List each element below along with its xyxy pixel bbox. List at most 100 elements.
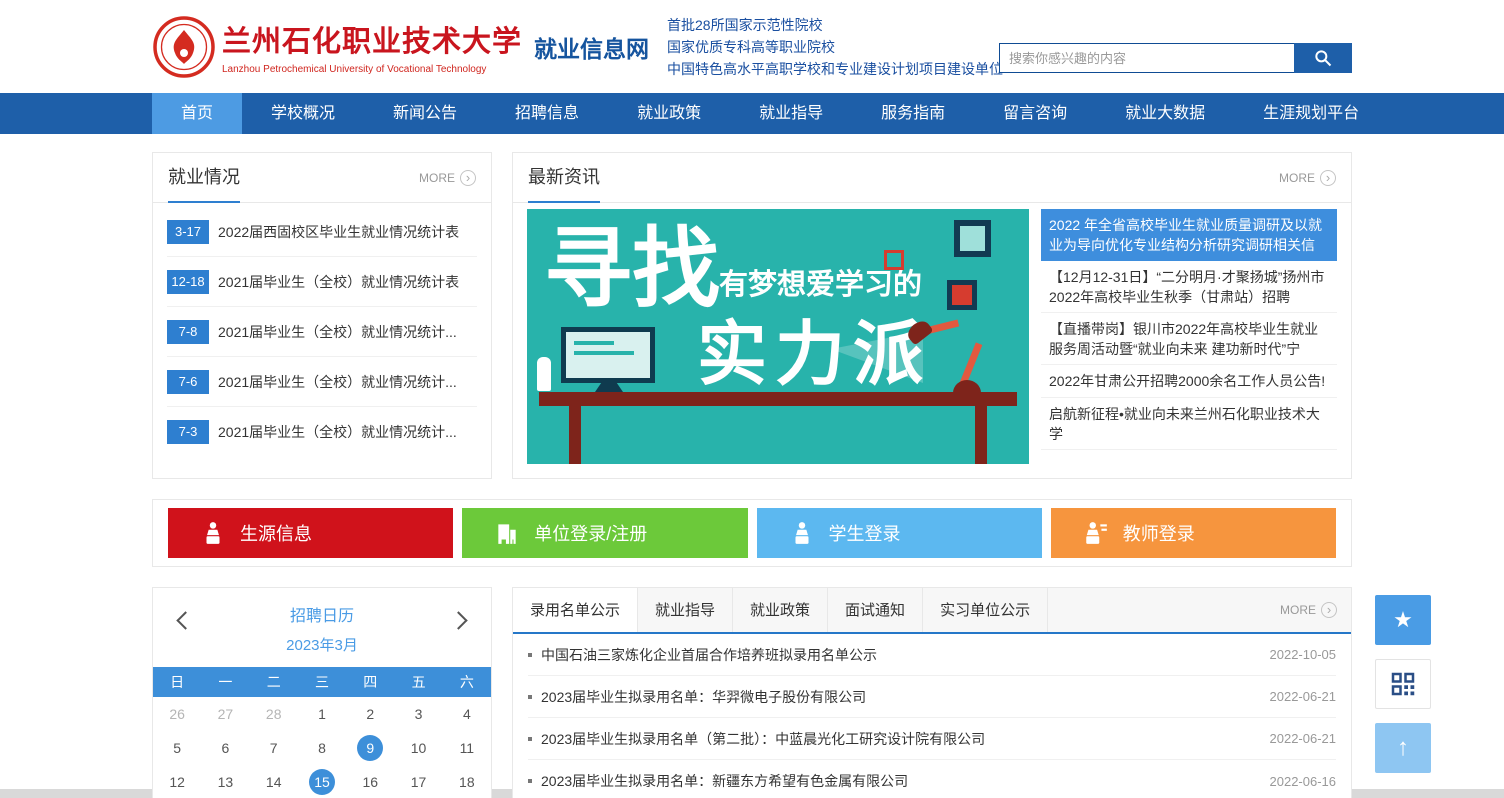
calendar-day-highlighted[interactable]: 9 bbox=[346, 731, 394, 765]
calendar-day-number: 7 bbox=[261, 735, 287, 761]
floating-toolbar: ★ ↑ bbox=[1375, 595, 1431, 773]
calendar-grid: 26 27 28 1 2 3 4 5 6 7 8 9 10 11 12 13 1… bbox=[153, 697, 491, 798]
announcement-item[interactable]: 2023届毕业生拟录用名单（第二批）：中蓝晨光化工研究设计院有限公司 2022-… bbox=[528, 718, 1336, 760]
employment-list-item[interactable]: 7-8 2021届毕业生（全校）就业情况统计... bbox=[167, 307, 477, 357]
main-nav: 首页 学校概况 新闻公告 招聘信息 就业政策 就业指导 服务指南 留言咨询 就业… bbox=[0, 93, 1504, 134]
date-badge: 3-17 bbox=[167, 220, 209, 244]
nav-item-school-overview[interactable]: 学校概况 bbox=[242, 93, 364, 134]
calendar-day-number: 16 bbox=[357, 769, 383, 795]
calendar-day[interactable]: 17 bbox=[394, 765, 442, 798]
employment-list-item[interactable]: 7-3 2021届毕业生（全校）就业情况统计... bbox=[167, 407, 477, 457]
up-arrow-icon: ↑ bbox=[1397, 734, 1409, 762]
news-banner[interactable]: 寻找 有梦想爱学习的 实力派 bbox=[527, 209, 1029, 464]
calendar-day[interactable]: 26 bbox=[153, 697, 201, 731]
calendar-day[interactable]: 6 bbox=[201, 731, 249, 765]
nav-item-career-planning[interactable]: 生涯规划平台 bbox=[1234, 93, 1388, 134]
banner-text-power: 实力派 bbox=[697, 321, 931, 391]
employment-list-item[interactable]: 3-17 2022届西固校区毕业生就业情况统计表 bbox=[167, 207, 477, 257]
news-item[interactable]: 启航新征程•就业向未来兰州石化职业技术大学 bbox=[1041, 398, 1337, 450]
calendar-day-number: 3 bbox=[406, 701, 432, 727]
employment-list-item[interactable]: 12-18 2021届毕业生（全校）就业情况统计表 bbox=[167, 257, 477, 307]
search-button[interactable] bbox=[1294, 43, 1352, 73]
news-panel-title: 最新资讯 bbox=[528, 153, 600, 203]
student-icon bbox=[789, 520, 815, 546]
qr-code-icon bbox=[1388, 669, 1418, 699]
announcement-title: 中国石油三家炼化企业首届合作培养班拟录用名单公示 bbox=[541, 645, 877, 665]
announcement-item[interactable]: 中国石油三家炼化企业首届合作培养班拟录用名单公示 2022-10-05 bbox=[528, 634, 1336, 676]
desk-leg bbox=[569, 406, 581, 464]
student-source-button[interactable]: 生源信息 bbox=[168, 508, 453, 558]
employment-list-item[interactable]: 7-6 2021届毕业生（全校）就业情况统计... bbox=[167, 357, 477, 407]
tab-hiring-list[interactable]: 录用名单公示 bbox=[513, 588, 638, 632]
calendar-day[interactable]: 5 bbox=[153, 731, 201, 765]
calendar-day[interactable]: 14 bbox=[250, 765, 298, 798]
employer-login-button[interactable]: 单位登录/注册 bbox=[462, 508, 747, 558]
calendar-day[interactable]: 18 bbox=[443, 765, 491, 798]
announcement-item[interactable]: 2023届毕业生拟录用名单：新疆东方希望有色金属有限公司 2022-06-16 bbox=[528, 760, 1336, 798]
calendar-day[interactable]: 16 bbox=[346, 765, 394, 798]
news-item-highlighted[interactable]: 2022 年全省高校毕业生就业质量调研及以就业为导向优化专业结构分析研究调研相关… bbox=[1041, 209, 1337, 261]
calendar-day[interactable]: 7 bbox=[250, 731, 298, 765]
announcement-title: 2023届毕业生拟录用名单：华羿微电子股份有限公司 bbox=[541, 687, 866, 707]
employment-item-title: 2021届毕业生（全校）就业情况统计... bbox=[218, 322, 457, 342]
more-label: MORE bbox=[1280, 603, 1316, 617]
search-input[interactable] bbox=[999, 43, 1294, 73]
calendar-day[interactable]: 4 bbox=[443, 697, 491, 731]
nav-item-bigdata[interactable]: 就业大数据 bbox=[1096, 93, 1234, 134]
calendar-day[interactable]: 13 bbox=[201, 765, 249, 798]
favorite-button[interactable]: ★ bbox=[1375, 595, 1431, 645]
news-more-link[interactable]: MORE › bbox=[1279, 170, 1336, 186]
calendar-day-number: 18 bbox=[454, 769, 480, 795]
tab-interview-notice[interactable]: 面试通知 bbox=[828, 588, 923, 632]
more-label: MORE bbox=[1279, 171, 1315, 185]
search-icon bbox=[1313, 48, 1333, 68]
announcement-item[interactable]: 2023届毕业生拟录用名单：华羿微电子股份有限公司 2022-06-21 bbox=[528, 676, 1336, 718]
calendar-day-number: 4 bbox=[454, 701, 480, 727]
nav-item-feedback[interactable]: 留言咨询 bbox=[974, 93, 1096, 134]
tab-guidance[interactable]: 就业指导 bbox=[638, 588, 733, 632]
bullet-icon bbox=[528, 653, 532, 657]
quick-button-label: 教师登录 bbox=[1123, 520, 1195, 546]
news-item[interactable]: 【直播带岗】银川市2022年高校毕业生就业服务周活动暨“就业向未来 建功新时代”… bbox=[1041, 313, 1337, 365]
calendar-day[interactable]: 28 bbox=[250, 697, 298, 731]
weekday-label: 四 bbox=[346, 667, 394, 697]
nav-item-recruitment[interactable]: 招聘信息 bbox=[486, 93, 608, 134]
wall-frame-icon bbox=[947, 280, 977, 310]
news-item[interactable]: 【12月12-31日】“二分明月·才聚扬城”扬州市2022年高校毕业生秋季（甘肃… bbox=[1041, 261, 1337, 313]
nav-item-home[interactable]: 首页 bbox=[152, 93, 242, 134]
nav-item-news[interactable]: 新闻公告 bbox=[364, 93, 486, 134]
student-login-button[interactable]: 学生登录 bbox=[757, 508, 1042, 558]
back-to-top-button[interactable]: ↑ bbox=[1375, 723, 1431, 773]
nav-item-guidance[interactable]: 就业指导 bbox=[730, 93, 852, 134]
site-title: 就业信息网 bbox=[534, 30, 649, 64]
more-label: MORE bbox=[419, 171, 455, 185]
star-icon: ★ bbox=[1393, 607, 1413, 633]
teacher-login-button[interactable]: 教师登录 bbox=[1051, 508, 1336, 558]
nav-item-policy[interactable]: 就业政策 bbox=[608, 93, 730, 134]
tab-policy[interactable]: 就业政策 bbox=[733, 588, 828, 632]
calendar-day[interactable]: 11 bbox=[443, 731, 491, 765]
building-icon bbox=[494, 520, 520, 546]
tab-internship-units[interactable]: 实习单位公示 bbox=[923, 588, 1048, 632]
calendar-day[interactable]: 27 bbox=[201, 697, 249, 731]
calendar-day[interactable]: 2 bbox=[346, 697, 394, 731]
announcements-more-link[interactable]: MORE › bbox=[1280, 602, 1351, 618]
calendar-day-number: 10 bbox=[406, 735, 432, 761]
employment-item-title: 2021届毕业生（全校）就业情况统计... bbox=[218, 372, 457, 392]
calendar-day-highlighted[interactable]: 15 bbox=[298, 765, 346, 798]
arrow-right-icon: › bbox=[460, 170, 476, 186]
calendar-day[interactable]: 1 bbox=[298, 697, 346, 731]
calendar-day[interactable]: 12 bbox=[153, 765, 201, 798]
calendar-day[interactable]: 3 bbox=[394, 697, 442, 731]
calendar-day[interactable]: 10 bbox=[394, 731, 442, 765]
calendar-day[interactable]: 8 bbox=[298, 731, 346, 765]
news-item[interactable]: 2022年甘肃公开招聘2000余名工作人员公告! bbox=[1041, 365, 1337, 398]
quick-button-label: 单位登录/注册 bbox=[534, 520, 647, 546]
qr-code-button[interactable] bbox=[1375, 659, 1431, 709]
nav-item-service-guide[interactable]: 服务指南 bbox=[852, 93, 974, 134]
quick-button-label: 生源信息 bbox=[240, 520, 312, 546]
announcement-date: 2022-06-21 bbox=[1258, 731, 1337, 746]
employment-more-link[interactable]: MORE › bbox=[419, 170, 476, 186]
announcement-date: 2022-10-05 bbox=[1258, 647, 1337, 662]
desk-icon bbox=[539, 392, 1017, 406]
